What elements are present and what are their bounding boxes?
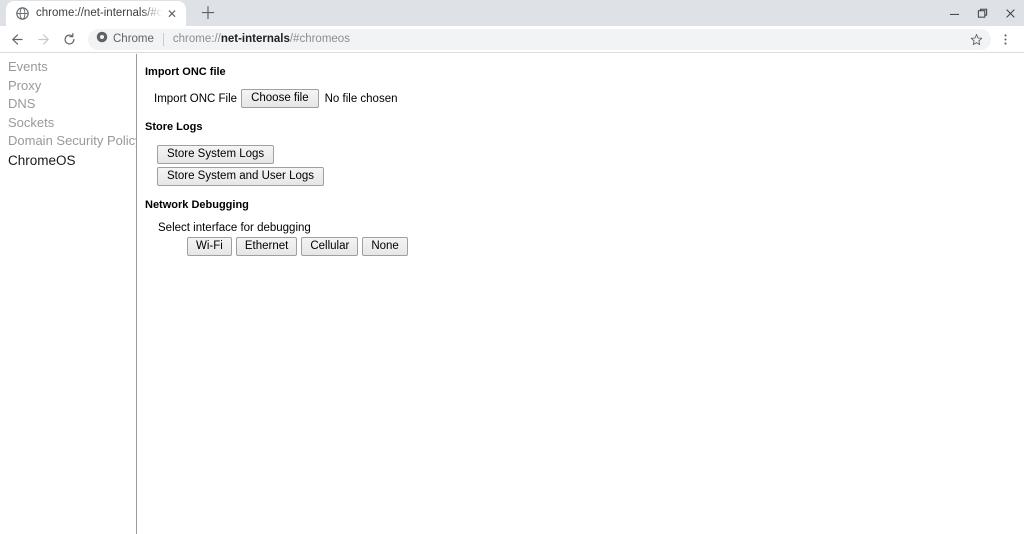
globe-icon: [15, 7, 29, 21]
interface-button-cellular[interactable]: Cellular: [301, 237, 358, 256]
chrome-logo-icon: [96, 30, 108, 48]
file-chosen-status: No file chosen: [325, 93, 398, 105]
sidebar-item-events[interactable]: Events: [0, 58, 136, 77]
window-controls: [940, 0, 1024, 26]
interface-button-wifi[interactable]: Wi-Fi: [187, 237, 232, 256]
sidebar-item-proxy[interactable]: Proxy: [0, 77, 136, 96]
site-identity-chip[interactable]: Chrome: [96, 30, 154, 48]
close-button[interactable]: [996, 0, 1024, 26]
network-debugging-section: Select interface for debugging Wi-Fi Eth…: [145, 222, 1024, 256]
select-interface-label: Select interface for debugging: [154, 222, 1024, 234]
store-system-logs-row: Store System Logs: [154, 144, 1024, 164]
browser-tab[interactable]: chrome://net-internals/#chromeos ✕: [6, 1, 186, 26]
bookmark-star-icon[interactable]: [965, 29, 987, 50]
page-content: Events Proxy DNS Sockets Domain Security…: [0, 54, 1024, 534]
store-system-and-user-logs-row: Store System and User Logs: [154, 166, 1024, 186]
omnibox-separator: [163, 33, 164, 46]
back-button[interactable]: [4, 28, 30, 50]
url-suffix: /#chromeos: [290, 33, 350, 45]
interface-button-none[interactable]: None: [362, 237, 408, 256]
net-internals-sidebar: Events Proxy DNS Sockets Domain Security…: [0, 54, 137, 534]
tab-title: chrome://net-internals/#chromeos: [36, 1, 162, 26]
minimize-button[interactable]: [940, 0, 968, 26]
import-onc-file-label: Import ONC File: [154, 93, 237, 105]
interface-button-ethernet[interactable]: Ethernet: [236, 237, 297, 256]
forward-button: [30, 28, 56, 50]
address-bar[interactable]: Chrome chrome://net-internals/#chromeos: [88, 29, 991, 50]
close-tab-icon[interactable]: ✕: [164, 6, 180, 22]
import-onc-file-row: Import ONC File Choose file No file chos…: [154, 89, 1024, 108]
tab-strip: chrome://net-internals/#chromeos ✕ ＋: [0, 0, 1024, 26]
interface-button-group: Wi-Fi Ethernet Cellular None: [154, 237, 1024, 256]
store-system-and-user-logs-button[interactable]: Store System and User Logs: [157, 167, 324, 186]
sidebar-item-domain-security-policy[interactable]: Domain Security Policy: [0, 132, 136, 151]
browser-window: chrome://net-internals/#chromeos ✕ ＋: [0, 0, 1024, 534]
store-logs-section: Store System Logs Store System and User …: [145, 144, 1024, 186]
store-logs-heading: Store Logs: [145, 121, 1024, 133]
url-host: net-internals: [221, 33, 290, 45]
sidebar-item-sockets[interactable]: Sockets: [0, 114, 136, 133]
store-system-logs-button[interactable]: Store System Logs: [157, 145, 274, 164]
chrome-menu-icon[interactable]: [994, 28, 1016, 50]
reload-button[interactable]: [56, 28, 82, 50]
maximize-button[interactable]: [968, 0, 996, 26]
choose-file-button[interactable]: Choose file: [241, 89, 319, 108]
url-text: chrome://net-internals/#chromeos: [173, 33, 965, 45]
import-onc-heading: Import ONC file: [145, 66, 1024, 78]
import-onc-section: Import ONC File Choose file No file chos…: [145, 89, 1024, 108]
chromeos-panel: Import ONC file Import ONC File Choose f…: [137, 54, 1024, 534]
sidebar-item-dns[interactable]: DNS: [0, 95, 136, 114]
new-tab-button[interactable]: ＋: [194, 1, 222, 25]
browser-toolbar: Chrome chrome://net-internals/#chromeos: [0, 26, 1024, 53]
url-prefix: chrome://: [173, 33, 221, 45]
chip-label: Chrome: [113, 33, 154, 45]
network-debugging-heading: Network Debugging: [145, 199, 1024, 211]
sidebar-item-chromeos[interactable]: ChromeOS: [0, 151, 136, 171]
